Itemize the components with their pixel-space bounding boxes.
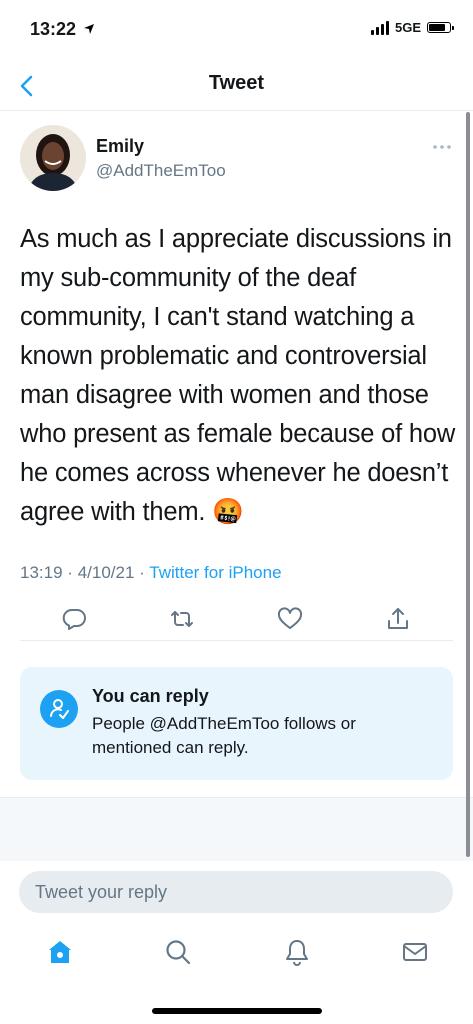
avatar[interactable] <box>20 125 86 191</box>
reply-restriction-badge <box>40 690 78 728</box>
empty-replies-area <box>0 797 473 861</box>
nav-messages-button[interactable] <box>401 938 429 966</box>
search-icon <box>166 940 191 965</box>
comment-icon <box>62 609 86 630</box>
chevron-left-icon <box>20 75 33 97</box>
author-name[interactable]: Emily <box>96 136 144 157</box>
tweet-source-link[interactable]: Twitter for iPhone <box>149 563 281 582</box>
location-arrow-icon <box>84 24 95 34</box>
tweet-date: 4/10/21 <box>77 563 135 582</box>
retweet-button[interactable] <box>169 606 195 632</box>
author-handle[interactable]: @AddTheEmToo <box>96 161 226 181</box>
heart-icon <box>277 607 303 629</box>
reply-input[interactable] <box>19 871 453 913</box>
nav-search-button[interactable] <box>164 938 192 966</box>
tweet-time: 13:19 <box>20 563 63 582</box>
nav-notifications-button[interactable] <box>283 938 311 966</box>
nav-home-button[interactable] <box>46 938 74 966</box>
meta-separator: · <box>67 563 73 582</box>
share-icon <box>388 608 408 629</box>
signal-icon <box>370 20 389 35</box>
home-icon <box>49 941 71 963</box>
avatar-image <box>20 125 86 191</box>
actions-divider <box>20 640 453 641</box>
tweet-meta: 13:19 · 4/10/21 · Twitter for iPhone <box>20 563 282 583</box>
status-time-text: 13:22 <box>30 19 77 39</box>
home-indicator <box>152 1008 322 1014</box>
back-button[interactable] <box>14 72 42 100</box>
tweet-text: As much as I appreciate discussions in m… <box>20 225 456 526</box>
tweet-actions <box>20 600 453 640</box>
share-button[interactable] <box>385 606 411 632</box>
user-check-icon <box>50 699 69 719</box>
more-icon <box>433 145 451 149</box>
mail-icon <box>403 943 427 961</box>
meta-separator: · <box>139 563 145 582</box>
page-title: Tweet <box>208 72 265 94</box>
bell-icon <box>286 940 308 966</box>
more-options-button[interactable] <box>431 140 453 152</box>
reply-card-description: People @AddTheEmToo follows or mentioned… <box>92 714 356 757</box>
status-time: 13:22 <box>30 19 95 40</box>
battery-icon <box>427 22 454 33</box>
scrollbar[interactable] <box>466 112 470 857</box>
header-divider <box>0 110 473 111</box>
retweet-icon <box>171 611 193 627</box>
status-indicators: 5GE <box>370 20 454 35</box>
reply-button[interactable] <box>61 606 87 632</box>
network-label: 5GE <box>394 20 421 35</box>
reply-card-title: You can reply <box>92 686 209 706</box>
like-button[interactable] <box>277 606 303 632</box>
